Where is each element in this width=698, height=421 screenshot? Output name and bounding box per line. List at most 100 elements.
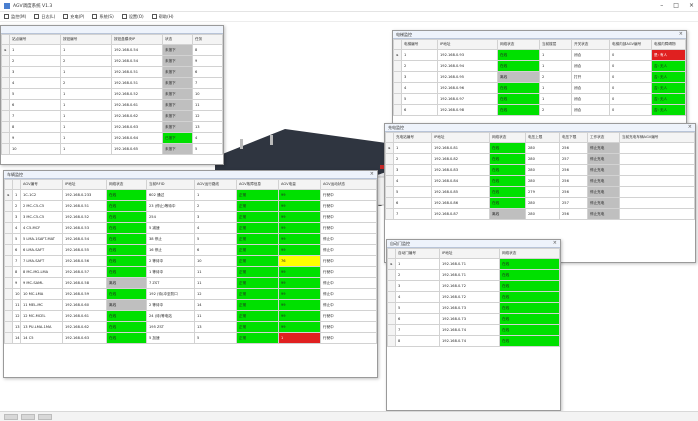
table-cell[interactable]: 停止中 — [320, 244, 377, 256]
table-cell[interactable]: 6 — [192, 66, 223, 78]
row-header[interactable] — [1, 99, 10, 111]
status-cell[interactable]: 正常 — [236, 277, 279, 289]
status-cell[interactable]: 未按下 — [162, 66, 193, 78]
table-cell[interactable]: 3 — [393, 164, 432, 176]
status-cell[interactable]: 停止充电 — [587, 208, 620, 220]
row-header[interactable] — [4, 299, 13, 311]
table-cell[interactable]: 2 — [9, 55, 61, 67]
table-cell[interactable]: 11 — [194, 266, 237, 278]
table-cell[interactable]: 4 — [9, 77, 61, 89]
row-header[interactable] — [393, 60, 402, 72]
table-cell[interactable]: 3 — [395, 280, 440, 292]
status-tab[interactable] — [21, 413, 35, 420]
table-cell[interactable]: 192.168.0.95 — [437, 71, 498, 83]
col-agv-inside[interactable]: 电梯内部AGV编号 — [609, 39, 652, 50]
table-cell[interactable] — [619, 164, 695, 176]
battery-cell[interactable]: 99 — [278, 266, 321, 278]
table-cell[interactable]: 7 ZST — [146, 277, 195, 289]
row-header[interactable] — [1, 121, 10, 133]
table-cell[interactable]: 行驶中 — [320, 211, 377, 223]
table-row[interactable]: 2 192.168.0.94 在线 1 闭合 0 否: 无人 — [393, 60, 686, 72]
table-cell[interactable]: 0 — [609, 71, 652, 83]
table-cell[interactable]: 6 LMA-SAFT — [20, 244, 63, 256]
table-cell[interactable]: 11 MEL-MC — [20, 299, 63, 311]
table-cell[interactable]: 5 — [192, 143, 223, 155]
table-cell[interactable]: 3 — [194, 211, 237, 223]
status-cell[interactable]: 正常 — [236, 255, 279, 267]
table-cell[interactable]: 192.168.0.73 — [439, 313, 500, 325]
table-cell[interactable]: 5 — [12, 233, 21, 245]
table-cell[interactable]: 192.168.0.52 — [62, 211, 107, 223]
table-cell[interactable]: 行驶中 — [320, 310, 377, 322]
table-cell[interactable]: 192.168.0.85 — [431, 186, 490, 198]
table-row[interactable]: 4 192.168.0.72 在线 — [387, 291, 560, 303]
status-cell[interactable]: 否: 无人 — [651, 71, 686, 83]
table-cell[interactable]: 2 — [539, 71, 572, 83]
table-cell[interactable]: 6 — [395, 313, 440, 325]
battery-cell[interactable]: 76 — [278, 255, 321, 267]
table-cell[interactable]: 闭合 — [571, 60, 610, 72]
row-header[interactable] — [4, 233, 13, 245]
table-cell[interactable]: 5 LMA-1SAFT-MAT — [20, 233, 63, 245]
table-row[interactable]: ▸ 1 1 192.168.0.54 未按下 8 — [1, 44, 223, 56]
table-cell[interactable]: 1 — [60, 121, 112, 133]
status-cell[interactable]: 在线 — [106, 200, 147, 212]
col-charging-agv[interactable]: 当前充电车辆AGV编号 — [619, 132, 695, 143]
col-floor[interactable]: 当前楼层 — [539, 39, 572, 50]
table-cell[interactable]: 12 MC-MCEL — [20, 310, 63, 322]
table-cell[interactable]: 5 — [194, 233, 237, 245]
table-cell[interactable]: 12 — [192, 110, 223, 122]
row-header[interactable] — [4, 200, 13, 212]
table-row[interactable]: 3 192.168.0.95 离线 2 打开 0 否: 无人 — [393, 71, 686, 83]
row-header[interactable] — [4, 255, 13, 267]
status-cell[interactable]: 正常 — [236, 310, 279, 322]
row-header[interactable] — [4, 321, 13, 333]
table-cell[interactable]: 1 — [60, 66, 112, 78]
table-cell[interactable]: 3 — [12, 211, 21, 223]
table-cell[interactable]: 192.168.0.65 — [111, 143, 163, 155]
status-tab[interactable] — [38, 413, 52, 420]
status-cell[interactable]: 在线 — [106, 244, 147, 256]
col-charger-id[interactable]: 充电站编号 — [393, 132, 432, 143]
row-header[interactable] — [387, 313, 396, 325]
close-icon[interactable]: × — [553, 240, 557, 246]
table-cell[interactable]: 1 — [60, 132, 112, 144]
table-row[interactable]: 44 C5-MCF 192.168.0.53 在线 5 减速 4 正常 99 行驶中 — [4, 222, 377, 234]
table-cell[interactable]: 停止中 — [320, 277, 377, 289]
row-header[interactable] — [1, 143, 10, 155]
row-header[interactable]: ▸ — [393, 49, 402, 61]
row-header[interactable] — [385, 197, 394, 209]
status-cell[interactable]: 在线 — [489, 142, 526, 154]
status-cell[interactable]: 正常 — [236, 288, 279, 300]
table-cell[interactable]: 14 — [194, 299, 237, 311]
row-header[interactable] — [387, 269, 396, 281]
col-ip[interactable]: IP地址 — [431, 132, 490, 143]
table-cell[interactable]: 256 — [559, 175, 588, 187]
status-cell[interactable]: 正常 — [236, 332, 279, 344]
table-row[interactable]: 3 192.168.0.83 在线 280 256 停止充电 — [385, 164, 695, 176]
table-cell[interactable]: 1 — [60, 88, 112, 100]
table-cell[interactable]: 7 — [395, 324, 440, 336]
table-cell[interactable]: 5 — [395, 302, 440, 314]
menu-help[interactable]: 帮助(H) — [151, 14, 173, 20]
table-cell[interactable]: 192.168.0.60 — [62, 299, 107, 311]
table-cell[interactable]: 192.168.0.84 — [431, 175, 490, 187]
table-cell[interactable]: 10 — [12, 288, 21, 300]
table-cell[interactable]: 192.168.0.62 — [62, 321, 107, 333]
table-cell[interactable]: 192.168.0.97 — [437, 93, 498, 105]
maximize-icon[interactable]: □ — [673, 2, 679, 9]
row-header[interactable] — [1, 77, 10, 89]
status-cell[interactable]: 停止充电 — [587, 197, 620, 209]
table-cell[interactable]: 192.168.0.96 — [437, 82, 498, 94]
table-cell[interactable]: 2 等待中 — [146, 255, 195, 267]
row-header[interactable] — [4, 244, 13, 256]
row-header[interactable] — [393, 93, 402, 105]
table-cell[interactable]: 停止中 — [320, 233, 377, 245]
close-icon[interactable]: × — [689, 2, 694, 9]
table-cell[interactable]: 2 — [393, 153, 432, 165]
table-cell[interactable]: 1 — [9, 44, 61, 56]
table-cell[interactable] — [619, 208, 695, 220]
table-cell[interactable]: 5 — [393, 186, 432, 198]
table-cell[interactable]: 8 — [192, 44, 223, 56]
table-cell[interactable]: 192 (待)冲至防口 — [146, 288, 195, 300]
